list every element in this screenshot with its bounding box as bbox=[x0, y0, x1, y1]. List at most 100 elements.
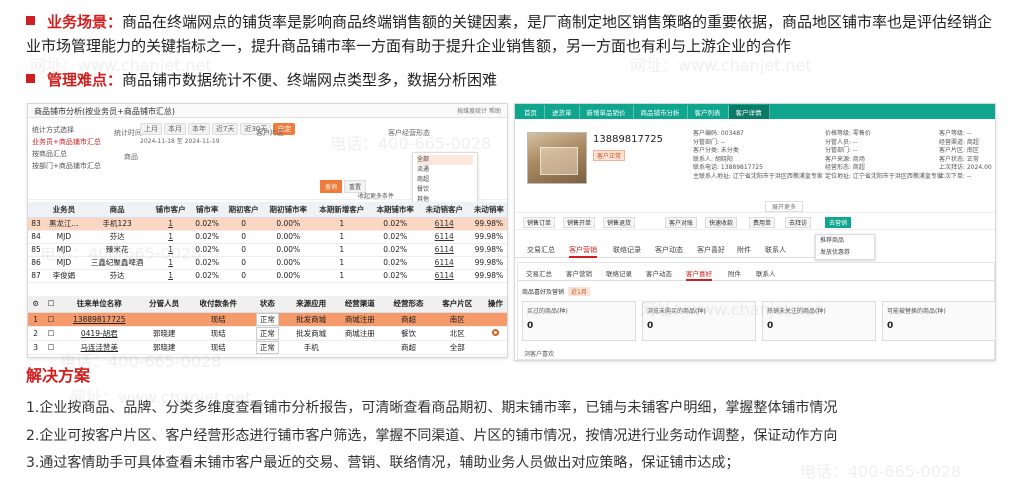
cell-link[interactable]: 6114 bbox=[419, 230, 469, 244]
cell-link[interactable]: 6114 bbox=[419, 243, 469, 257]
cell: 南区 bbox=[432, 312, 482, 327]
stat-mode-header: 统计方式选择 bbox=[32, 126, 74, 134]
cell-link[interactable]: 马连洼赞美 bbox=[58, 340, 140, 355]
left-panel-title-right[interactable]: 按维度统计 帮助 bbox=[457, 106, 501, 115]
table-row[interactable]: 86 MJD 三鑫纪聚鑫啤酒 1 0.02% 0 0.00% 1 0.02% 6… bbox=[28, 256, 507, 270]
cell: 83 bbox=[28, 217, 44, 231]
stat-mode-item[interactable]: 业务员+商品铺市汇总 bbox=[32, 136, 102, 148]
reconcile-button[interactable]: 客户对账 bbox=[665, 217, 698, 228]
tab[interactable]: 联系人 bbox=[765, 245, 786, 255]
inner-tabs: 交易汇总 客户营销 联络记录 客户动态 客户喜好 附件 联系人 bbox=[518, 263, 995, 281]
nav-tab[interactable]: 商品铺市分析 bbox=[634, 104, 688, 119]
date-chip[interactable]: 近7天 bbox=[212, 123, 239, 135]
visit-button[interactable]: 去拜访 bbox=[785, 217, 812, 228]
dropdown-option[interactable]: 餐饮 bbox=[417, 185, 473, 195]
dropdown-option[interactable]: 全部 bbox=[417, 155, 473, 165]
quick-receipt-button[interactable]: 快速收款 bbox=[705, 217, 738, 228]
cell: 1 bbox=[312, 230, 371, 244]
date-chip[interactable]: 本月 bbox=[164, 123, 186, 135]
table-row[interactable]: 87 李俊娟 芬达 1 0.02% 0 0.00% 1 0.02% 6114 9… bbox=[28, 269, 507, 283]
nav-tab[interactable]: 客户列表 bbox=[688, 104, 729, 119]
info-field: 定位地址: 辽宁省沈阳市于洪区西樵浦皇专家 bbox=[825, 172, 943, 180]
tab[interactable]: 交易汇总 bbox=[526, 268, 552, 278]
tab[interactable]: 交易汇总 bbox=[527, 245, 555, 255]
cell-link[interactable]: 1 bbox=[150, 230, 191, 244]
cell: 商超 bbox=[384, 340, 433, 355]
col-header: 商品 bbox=[83, 202, 151, 218]
sales-order-button[interactable]: 销售订单 bbox=[523, 217, 556, 228]
tab[interactable]: 联络记录 bbox=[613, 245, 641, 255]
settings-gear-icon[interactable]: ⚙ bbox=[32, 299, 39, 308]
tab[interactable]: 客户喜好 bbox=[697, 245, 725, 255]
cell: MJD bbox=[44, 256, 84, 270]
tab[interactable]: 客户动态 bbox=[655, 245, 683, 255]
sales-return-button[interactable]: 销售退货 bbox=[603, 217, 636, 228]
nav-tab[interactable]: 首页 bbox=[517, 104, 545, 119]
select-all-checkbox[interactable]: ☐ bbox=[48, 299, 55, 308]
row-checkbox[interactable]: ☐ bbox=[48, 343, 55, 352]
tab[interactable]: 联络记录 bbox=[606, 268, 632, 278]
date-label: 统计时间 bbox=[114, 129, 142, 137]
query-button[interactable]: 查询 bbox=[320, 180, 343, 193]
cell: 李俊娟 bbox=[44, 269, 84, 283]
expand-more-button[interactable]: 展开更多 bbox=[765, 201, 804, 212]
tab[interactable]: 客户动态 bbox=[646, 268, 672, 278]
cell-link[interactable]: 1 bbox=[150, 269, 191, 283]
info-field: 分管部门: -- bbox=[693, 138, 726, 146]
cell-link[interactable]: 13889817725 bbox=[58, 312, 140, 327]
stat-mode-item[interactable]: 按部门+商品铺市汇总 bbox=[32, 160, 102, 172]
sales-invoice-button[interactable]: 销售开单 bbox=[563, 217, 596, 228]
nav-tab-active[interactable]: 客户详情 bbox=[728, 104, 770, 119]
expense-button[interactable]: 费用单 bbox=[749, 217, 776, 228]
marketing-menu: 推荐商品 发放优惠券 bbox=[815, 234, 875, 260]
cell: 郭晓建 bbox=[139, 340, 189, 355]
collapse-more-button[interactable]: 收起更多条件 bbox=[354, 190, 398, 201]
preference-subheader: 商品喜好及营销 近1月 bbox=[522, 287, 590, 296]
tab[interactable]: 附件 bbox=[728, 268, 741, 278]
dropdown-option[interactable]: 商超 bbox=[417, 175, 473, 185]
table-row[interactable]: 3 ☐ 马连洼赞美 郭晓建 现结 正常 手机 商超 全部 bbox=[28, 340, 507, 355]
nav-tab[interactable]: 新增单品销价 bbox=[580, 104, 634, 119]
row-checkbox[interactable]: ☐ bbox=[48, 329, 55, 338]
table-row[interactable]: 85 MJD 臻米花 1 0.02% 0 0.00% 1 0.02% 6114 … bbox=[28, 243, 507, 257]
tab-active[interactable]: 客户营销 bbox=[569, 245, 597, 258]
col-header: 未动销客户 bbox=[419, 202, 469, 218]
marketing-button[interactable]: 去营销 bbox=[825, 217, 852, 228]
tab[interactable]: 附件 bbox=[737, 245, 751, 255]
tab-active[interactable]: 客户喜好 bbox=[686, 268, 712, 281]
cell-link[interactable]: 6114 bbox=[419, 269, 469, 283]
stat-mode-sidebar: 统计方式选择 业务员+商品铺市汇总 按商品汇总 按部门+商品铺市汇总 bbox=[32, 124, 102, 172]
stat-mode-item[interactable]: 按商品汇总 bbox=[32, 148, 102, 160]
nav-tab[interactable]: 进货单 bbox=[545, 104, 580, 119]
table-header-row: 业务员 商品 铺市客户 铺市率 期初客户 期初铺市率 本期新增客户 本期铺市率 … bbox=[28, 202, 507, 218]
table-row[interactable]: 1 ☐ 13889817725 现结 正常 批发商城 商城注册 商超 南区 bbox=[28, 312, 507, 327]
period-badge[interactable]: 近1月 bbox=[568, 287, 590, 296]
row-checkbox[interactable]: ☐ bbox=[48, 315, 55, 324]
date-chip[interactable]: 上月 bbox=[140, 123, 162, 135]
cell-link[interactable]: 0419-胡君 bbox=[58, 326, 140, 341]
menu-item[interactable]: 推荐商品 bbox=[820, 235, 874, 247]
cell-link[interactable]: 1 bbox=[150, 243, 191, 257]
tab[interactable]: 联系人 bbox=[756, 268, 776, 278]
table-row[interactable]: 2 ☐ 0419-胡君 郭晓建 现结 正常 批发商城 商城注册 餐饮 北区 bbox=[28, 326, 507, 341]
operation-icon[interactable] bbox=[491, 328, 499, 336]
tab[interactable]: 客户营销 bbox=[566, 268, 592, 278]
cell-link[interactable]: 1 bbox=[150, 217, 191, 231]
cell: 北区 bbox=[432, 326, 482, 341]
cell: 0.02% bbox=[370, 230, 420, 244]
cell: 0.02% bbox=[370, 243, 420, 257]
customer-detail-screenshot: 首页 进货单 新增单品销价 商品铺市分析 客户列表 客户详情 138898177… bbox=[514, 103, 996, 361]
cell: 0.00% bbox=[263, 269, 313, 283]
col-header: 来源应用 bbox=[286, 296, 336, 313]
cell-link[interactable]: 6114 bbox=[419, 217, 469, 231]
date-range[interactable]: 2024-11-18 至 2024-11-19 bbox=[140, 136, 220, 145]
col-header: 经营渠道 bbox=[335, 296, 385, 313]
menu-item[interactable]: 发放优惠券 bbox=[820, 247, 874, 259]
table-row[interactable]: 84 MJD 芬达 1 0.02% 0 0.00% 1 0.02% 6114 9… bbox=[28, 230, 507, 244]
date-chip[interactable]: 本年 bbox=[188, 123, 210, 135]
dropdown-option[interactable]: 流通 bbox=[417, 165, 473, 175]
cell-link[interactable]: 1 bbox=[150, 256, 191, 270]
cell-link[interactable]: 6114 bbox=[419, 256, 469, 270]
cell: 99.98% bbox=[468, 217, 507, 231]
table-row[interactable]: 83 黑龙江... 手机123 1 0.02% 0 0.00% 1 0.02% … bbox=[28, 217, 507, 231]
